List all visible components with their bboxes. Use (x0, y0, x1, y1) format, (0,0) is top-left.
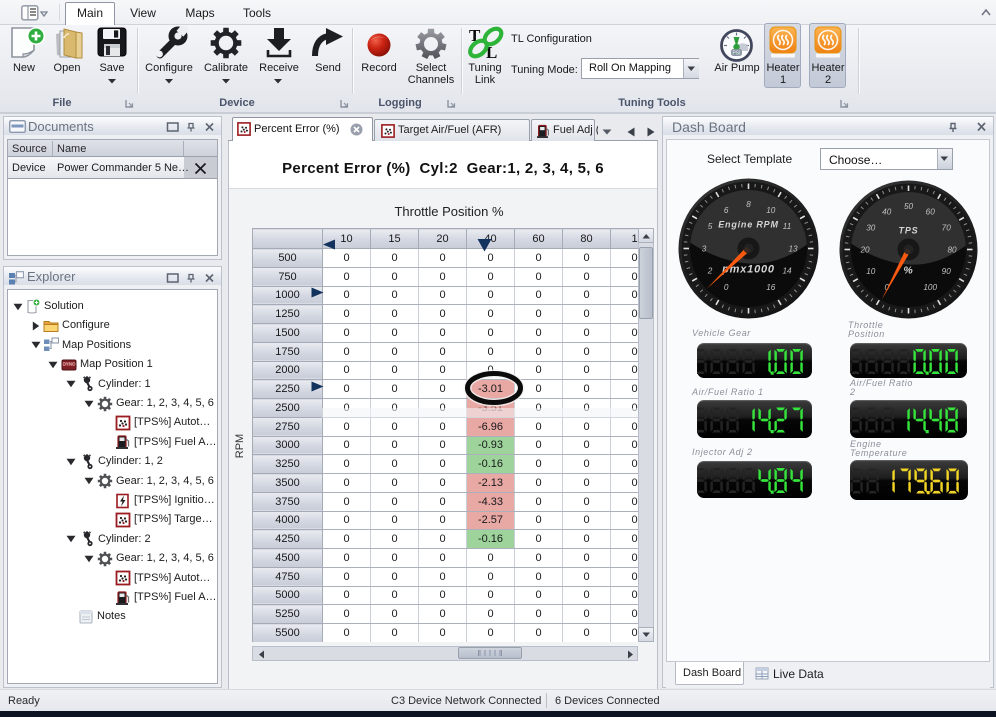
svg-text:6: 6 (724, 206, 729, 215)
svg-text:70: 70 (942, 224, 952, 233)
svg-text:40: 40 (882, 208, 892, 217)
svg-text:8: 8 (746, 200, 751, 209)
svg-text:16: 16 (766, 283, 776, 292)
svg-text:10: 10 (766, 206, 776, 215)
svg-text:5: 5 (708, 222, 713, 231)
svg-text:20: 20 (859, 245, 870, 254)
svg-text:DYNO: DYNO (62, 361, 76, 366)
svg-text:90: 90 (942, 267, 952, 276)
svg-text:80: 80 (947, 245, 957, 254)
svg-text:Engine RPM: Engine RPM (718, 220, 779, 230)
svg-text:60: 60 (926, 208, 936, 217)
svg-text:11: 11 (783, 222, 792, 231)
svg-text:30: 30 (866, 224, 876, 233)
svg-text:PSI: PSI (732, 51, 740, 57)
svg-text:%: % (903, 265, 913, 277)
svg-text:50: 50 (904, 202, 914, 211)
svg-text:100: 100 (923, 283, 937, 292)
svg-text:2: 2 (707, 267, 713, 276)
svg-text:10: 10 (866, 267, 876, 276)
svg-text:3: 3 (702, 244, 707, 253)
svg-text:0: 0 (724, 283, 729, 292)
svg-text:13: 13 (788, 244, 798, 253)
svg-text:14: 14 (782, 267, 792, 276)
svg-text:TPS: TPS (899, 226, 919, 236)
